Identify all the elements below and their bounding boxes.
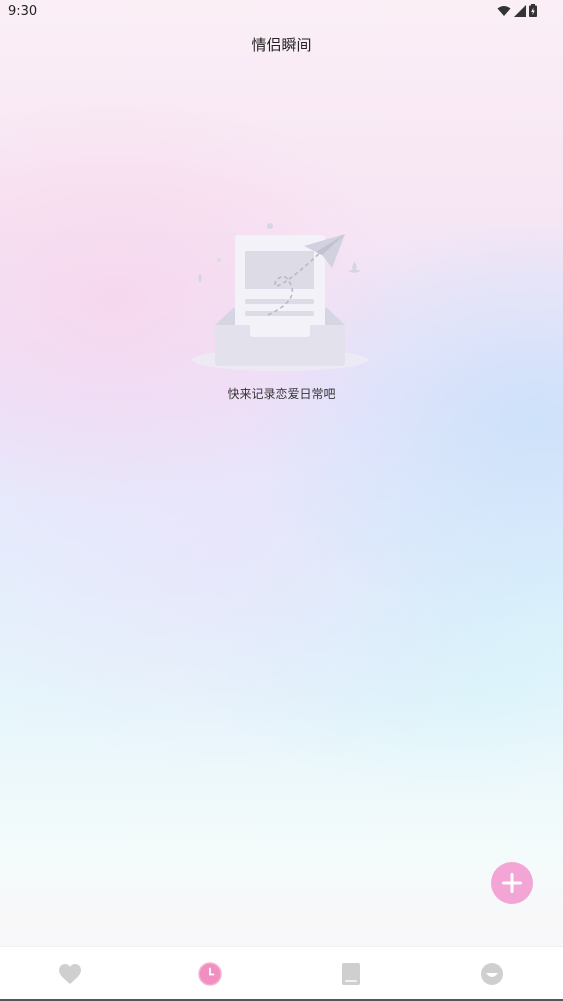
plus-icon — [502, 873, 522, 893]
smile-face-icon — [481, 963, 503, 985]
status-time: 9:30 — [8, 4, 38, 19]
page-title: 情侣瞬间 — [251, 36, 312, 54]
nav-item-diary[interactable] — [281, 947, 421, 1001]
status-icons — [497, 4, 537, 17]
wifi-icon — [497, 5, 511, 16]
empty-state-message: 快来记录恋爱日常吧 — [227, 387, 336, 401]
status-bar: 9:30 — [0, 0, 563, 24]
bottom-nav — [0, 946, 563, 1001]
clock-icon — [198, 962, 222, 986]
book-icon — [342, 963, 360, 985]
empty-inbox-paper-plane-illustration — [192, 223, 368, 371]
cellular-signal-icon — [514, 4, 526, 17]
heart-icon — [59, 964, 81, 984]
battery-icon — [529, 4, 537, 17]
add-moment-button[interactable] — [491, 862, 533, 904]
nav-item-moments[interactable] — [140, 947, 280, 1001]
nav-item-love[interactable] — [0, 947, 140, 1001]
nav-item-profile[interactable] — [422, 947, 562, 1001]
